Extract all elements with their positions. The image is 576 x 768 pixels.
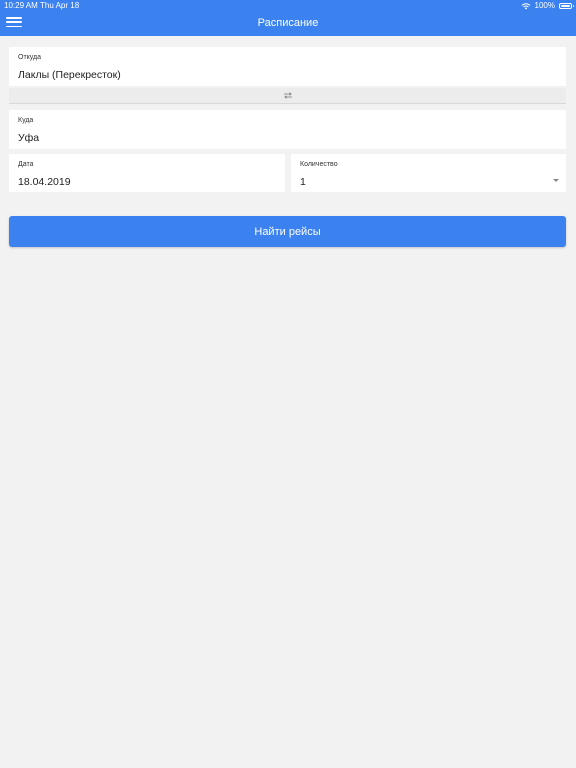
date-field-value: 18.04.2019 [18,176,71,188]
to-field[interactable]: Куда Уфа [9,110,566,149]
status-bar: 10:29 AM Thu Apr 18 100% [0,0,576,12]
find-trips-button[interactable]: Найти рейсы [9,216,566,247]
date-field[interactable]: Дата 18.04.2019 [9,154,285,192]
wifi-icon [521,2,530,9]
swap-arrows-icon [283,92,292,99]
from-field[interactable]: Откуда Лаклы (Перекресток) [9,47,566,86]
from-field-value: Лаклы (Перекресток) [18,69,121,81]
battery-icon [559,3,574,9]
swap-button[interactable] [9,88,566,104]
app-bar: 10:29 AM Thu Apr 18 100% Расписание [0,0,576,36]
battery-percent: 100% [534,1,555,10]
quantity-select[interactable]: Количество 1 [291,154,566,192]
from-field-label: Откуда [18,54,42,61]
to-field-label: Куда [18,117,34,124]
status-date: Thu Apr 18 [40,1,80,10]
quantity-field-label: Количество [300,161,338,168]
status-time: 10:29 AM [4,1,38,10]
to-field-value: Уфа [18,132,40,144]
page-title: Расписание [257,17,319,29]
date-field-label: Дата [18,161,34,168]
quantity-field-value: 1 [300,176,306,188]
chevron-down-icon [553,179,559,182]
status-indicators: 100% [521,0,574,12]
